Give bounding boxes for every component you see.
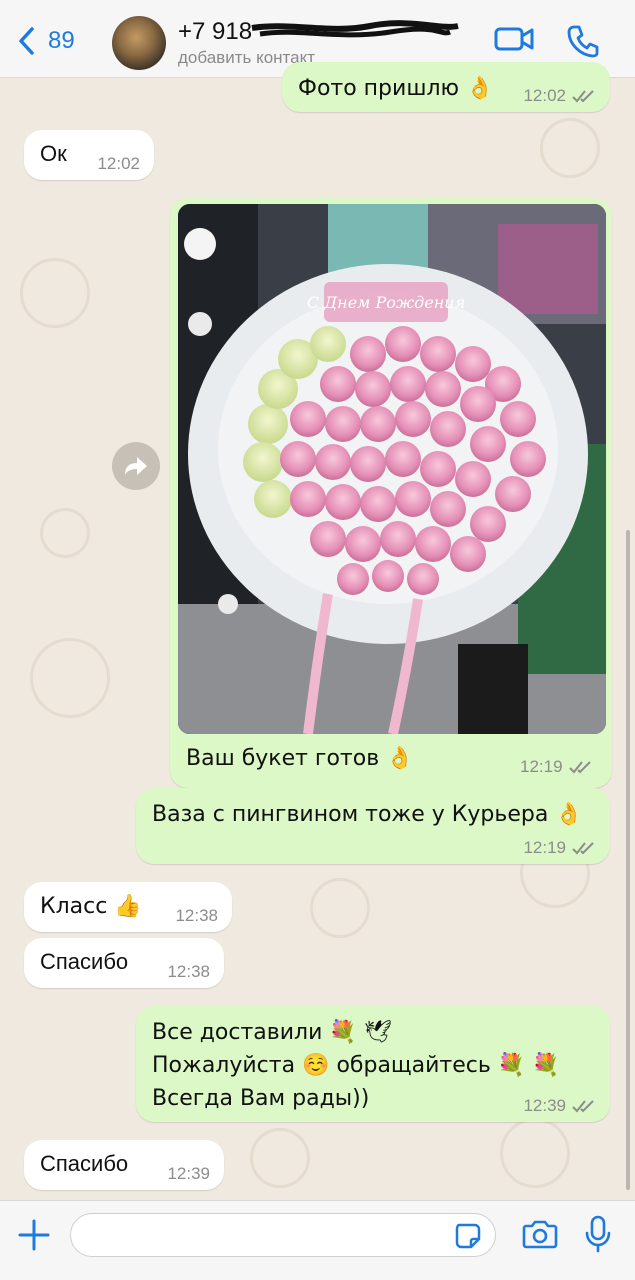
incoming-message[interactable]: Класс 👍 12:38: [24, 882, 232, 932]
bouquet-image: С Днем Рождения: [178, 204, 606, 734]
message-text: Спасибо: [40, 1151, 129, 1176]
sticker-icon[interactable]: [455, 1223, 481, 1249]
bouquet-photo[interactable]: С Днем Рождения: [178, 204, 606, 734]
incoming-message[interactable]: Спасибо 12:38: [24, 938, 224, 988]
message-input[interactable]: [70, 1213, 496, 1257]
incoming-message[interactable]: Ок 12:02: [24, 130, 154, 180]
message-text: Спасибо: [40, 949, 129, 974]
message-time: 12:19: [520, 757, 593, 777]
read-ticks-icon: [572, 842, 594, 855]
redaction-scribble: [251, 20, 459, 38]
video-call-icon[interactable]: [494, 24, 534, 54]
composer-bar: [0, 1200, 635, 1280]
message-time: 12:38: [175, 906, 218, 925]
message-time: 12:19: [523, 838, 596, 858]
contact-name[interactable]: +7 918: [178, 18, 252, 46]
read-ticks-icon: [568, 761, 591, 774]
message-time: 12:02: [97, 154, 140, 173]
outgoing-message[interactable]: Ваза с пингвином тоже у Курьера 👌 12:19: [136, 788, 610, 864]
plus-icon[interactable]: [18, 1219, 50, 1251]
photo-caption: Ваш букет готов 👌: [186, 742, 414, 775]
avatar[interactable]: [112, 16, 166, 70]
time-label: 12:19: [520, 757, 563, 776]
forward-button[interactable]: [112, 442, 160, 490]
forward-icon: [125, 457, 147, 475]
message-time: 12:02: [523, 86, 596, 106]
message-text: Класс 👍: [40, 894, 142, 919]
message-text: Ок: [40, 141, 67, 166]
unread-count: 89: [48, 27, 75, 54]
time-label: 12:39: [523, 1096, 566, 1115]
message-time: 12:39: [167, 1164, 210, 1183]
outgoing-message[interactable]: Фото пришлю 👌 12:02: [282, 62, 610, 112]
incoming-message[interactable]: Спасибо 12:39: [24, 1140, 224, 1190]
message-text: Фото пришлю 👌: [298, 76, 494, 101]
microphone-icon[interactable]: [584, 1215, 612, 1253]
phone-icon[interactable]: [566, 24, 600, 58]
time-label: 12:19: [523, 838, 566, 857]
time-label: 12:02: [523, 86, 566, 105]
message-time: 12:38: [167, 962, 210, 981]
caption-text: Ваш букет готов 👌: [186, 746, 414, 771]
back-button[interactable]: 89: [16, 26, 75, 56]
message-time: 12:39: [523, 1096, 596, 1116]
outgoing-message[interactable]: Все доставили 💐 🕊 Пожалуйста ☺️ обращайт…: [136, 1006, 610, 1122]
message-text: Все доставили 💐 🕊 Пожалуйста ☺️ обращайт…: [152, 1020, 560, 1111]
scrollbar[interactable]: [626, 530, 630, 1190]
camera-icon[interactable]: [522, 1219, 558, 1249]
message-text: Ваза с пингвином тоже у Курьера 👌: [152, 802, 583, 827]
back-chevron-icon: [19, 27, 34, 55]
read-ticks-icon: [572, 90, 594, 103]
photo-topper-text: С Днем Рождения: [307, 293, 465, 312]
read-ticks-icon: [572, 1100, 594, 1113]
